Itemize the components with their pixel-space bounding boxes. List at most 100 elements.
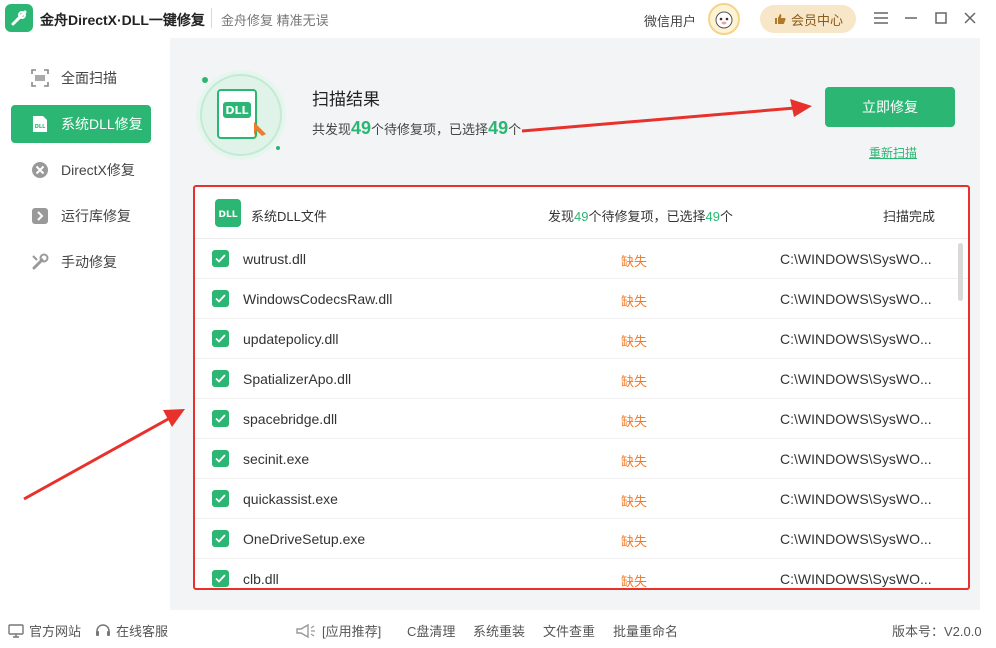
headset-icon: [96, 624, 110, 636]
file-path: C:\WINDOWS\SysWO...: [780, 411, 932, 427]
file-path: C:\WINDOWS\SysWO...: [780, 331, 932, 347]
selected-count: 49: [488, 118, 509, 138]
file-status: 缺失: [621, 494, 648, 509]
table-row[interactable]: SpatializerApo.dll 缺失 C:\WINDOWS\SysWO...: [195, 359, 968, 399]
sidebar-item-system-dll[interactable]: DLL 系统DLL修复: [11, 105, 151, 143]
checkbox[interactable]: [212, 250, 229, 267]
footer-link-reinstall[interactable]: 系统重装: [473, 621, 525, 640]
sidebar-item-label: 系统DLL修复: [61, 116, 143, 132]
main-content: DLL 扫描结果 共发现49个待修复项，已选择49个 立即修复 重新扫描 DLL…: [170, 38, 980, 610]
table-row[interactable]: secinit.exe 缺失 C:\WINDOWS\SysWO...: [195, 439, 968, 479]
file-path: C:\WINDOWS\SysWO...: [780, 571, 932, 587]
file-path: C:\WINDOWS\SysWO...: [780, 251, 932, 267]
checkbox[interactable]: [212, 450, 229, 467]
svg-text:DLL: DLL: [35, 124, 46, 130]
maximize-icon[interactable]: [931, 8, 951, 28]
checkmark-icon: [215, 294, 226, 303]
monitor-icon: [8, 623, 24, 638]
checkbox[interactable]: [212, 530, 229, 547]
file-status: 缺失: [621, 414, 648, 429]
online-support-link[interactable]: 在线客服: [95, 621, 168, 640]
app-recommend[interactable]: [应用推荐]: [295, 621, 381, 640]
file-name: wutrust.dll: [243, 251, 307, 267]
file-status: 缺失: [621, 334, 648, 349]
checkbox[interactable]: [212, 370, 229, 387]
sidebar-item-manual[interactable]: 手动修复: [11, 243, 151, 281]
table-row[interactable]: spacebridge.dll 缺失 C:\WINDOWS\SysWO...: [195, 399, 968, 439]
file-name: quickassist.exe: [243, 491, 338, 507]
file-status: 缺失: [621, 574, 648, 589]
table-row[interactable]: wutrust.dll 缺失 C:\WINDOWS\SysWO...: [195, 239, 968, 279]
dll-icon: DLL: [31, 115, 49, 133]
sidebar-item-label: 手动修复: [61, 254, 117, 270]
app-slogan: 金舟修复 精准无误: [221, 13, 329, 28]
file-path: C:\WINDOWS\SysWO...: [780, 371, 932, 387]
sidebar-item-label: DirectX修复: [61, 162, 135, 178]
file-name: spacebridge.dll: [243, 411, 338, 427]
svg-text:DLL: DLL: [225, 104, 248, 117]
thumbs-up-icon: [774, 14, 786, 24]
file-name: secinit.exe: [243, 451, 310, 467]
minimize-icon[interactable]: [901, 8, 921, 28]
checkbox[interactable]: [212, 290, 229, 307]
dll-scan-icon: DLL: [196, 70, 286, 160]
megaphone-icon: [296, 623, 315, 638]
scan-status: 扫描完成: [883, 209, 936, 224]
checkmark-icon: [215, 414, 226, 423]
runtime-icon: [31, 207, 49, 225]
footer-link-c-clean[interactable]: C盘清理: [407, 621, 455, 640]
file-name: clb.dll: [243, 571, 279, 587]
found-count: 49: [351, 118, 372, 138]
avatar[interactable]: [708, 3, 740, 35]
wrench-icon: [11, 10, 27, 26]
vip-center-label: 会员中心: [790, 12, 843, 28]
svg-text:DLL: DLL: [219, 210, 238, 220]
table-title: 系统DLL文件: [251, 209, 327, 224]
file-name: updatepolicy.dll: [243, 331, 339, 347]
sidebar-item-runtime[interactable]: 运行库修复: [11, 197, 151, 235]
sidebar-item-directx[interactable]: DirectX修复: [11, 151, 151, 189]
checkbox[interactable]: [212, 570, 229, 587]
footer-link-rename[interactable]: 批量重命名: [613, 621, 678, 640]
table-header: DLL 系统DLL文件 发现49个待修复项，已选择49个 扫描完成: [195, 187, 968, 239]
sidebar-item-full-scan[interactable]: 全面扫描: [11, 59, 151, 97]
table-row[interactable]: WindowsCodecsRaw.dll 缺失 C:\WINDOWS\SysWO..…: [195, 279, 968, 319]
file-name: SpatializerApo.dll: [243, 371, 352, 387]
menu-icon[interactable]: [871, 8, 891, 28]
file-path: C:\WINDOWS\SysWO...: [780, 531, 932, 547]
table-row[interactable]: OneDriveSetup.exe 缺失 C:\WINDOWS\SysWO...: [195, 519, 968, 559]
checkbox[interactable]: [212, 490, 229, 507]
checkmark-icon: [215, 574, 226, 583]
file-name: OneDriveSetup.exe: [243, 531, 366, 547]
scrollbar[interactable]: [958, 243, 963, 301]
checkbox[interactable]: [212, 410, 229, 427]
user-name[interactable]: 微信用户: [644, 11, 696, 30]
footer-link-dedupe[interactable]: 文件查重: [543, 621, 595, 640]
fix-now-button[interactable]: 立即修复: [825, 87, 955, 127]
vip-center-button[interactable]: 会员中心: [760, 5, 856, 33]
version-label: 版本号：V2.0.0: [892, 624, 982, 639]
checkmark-icon: [215, 254, 226, 263]
checkmark-icon: [215, 334, 226, 343]
official-website-link[interactable]: 官方网站: [8, 621, 81, 640]
close-icon[interactable]: [960, 8, 980, 28]
scan-result-summary: 共发现49个待修复项，已选择49个: [312, 118, 522, 138]
sidebar-item-label: 全面扫描: [61, 70, 117, 86]
file-path: C:\WINDOWS\SysWO...: [780, 291, 932, 307]
checkmark-icon: [215, 494, 226, 503]
dll-file-icon: DLL: [215, 199, 241, 227]
dll-file-table: DLL 系统DLL文件 发现49个待修复项，已选择49个 扫描完成 wutrus…: [193, 185, 970, 590]
table-body: wutrust.dll 缺失 C:\WINDOWS\SysWO... WindowsC…: [195, 239, 968, 589]
table-row[interactable]: clb.dll 缺失 C:\WINDOWS\SysWO...: [195, 559, 968, 589]
checkmark-icon: [215, 374, 226, 383]
avatar-face-icon: [715, 11, 733, 29]
checkbox[interactable]: [212, 330, 229, 347]
table-row[interactable]: updatepolicy.dll 缺失 C:\WINDOWS\SysWO...: [195, 319, 968, 359]
table-row[interactable]: quickassist.exe 缺失 C:\WINDOWS\SysWO...: [195, 479, 968, 519]
table-summary: 发现49个待修复项，已选择49个: [548, 209, 733, 224]
rescan-link[interactable]: 重新扫描: [869, 144, 917, 161]
app-logo: [5, 4, 33, 32]
sidebar-item-label: 运行库修复: [61, 208, 131, 224]
file-path: C:\WINDOWS\SysWO...: [780, 491, 932, 507]
title-bar: 金舟DirectX·DLL一键修复 金舟修复 精准无误 微信用户 会员中心: [0, 0, 996, 38]
